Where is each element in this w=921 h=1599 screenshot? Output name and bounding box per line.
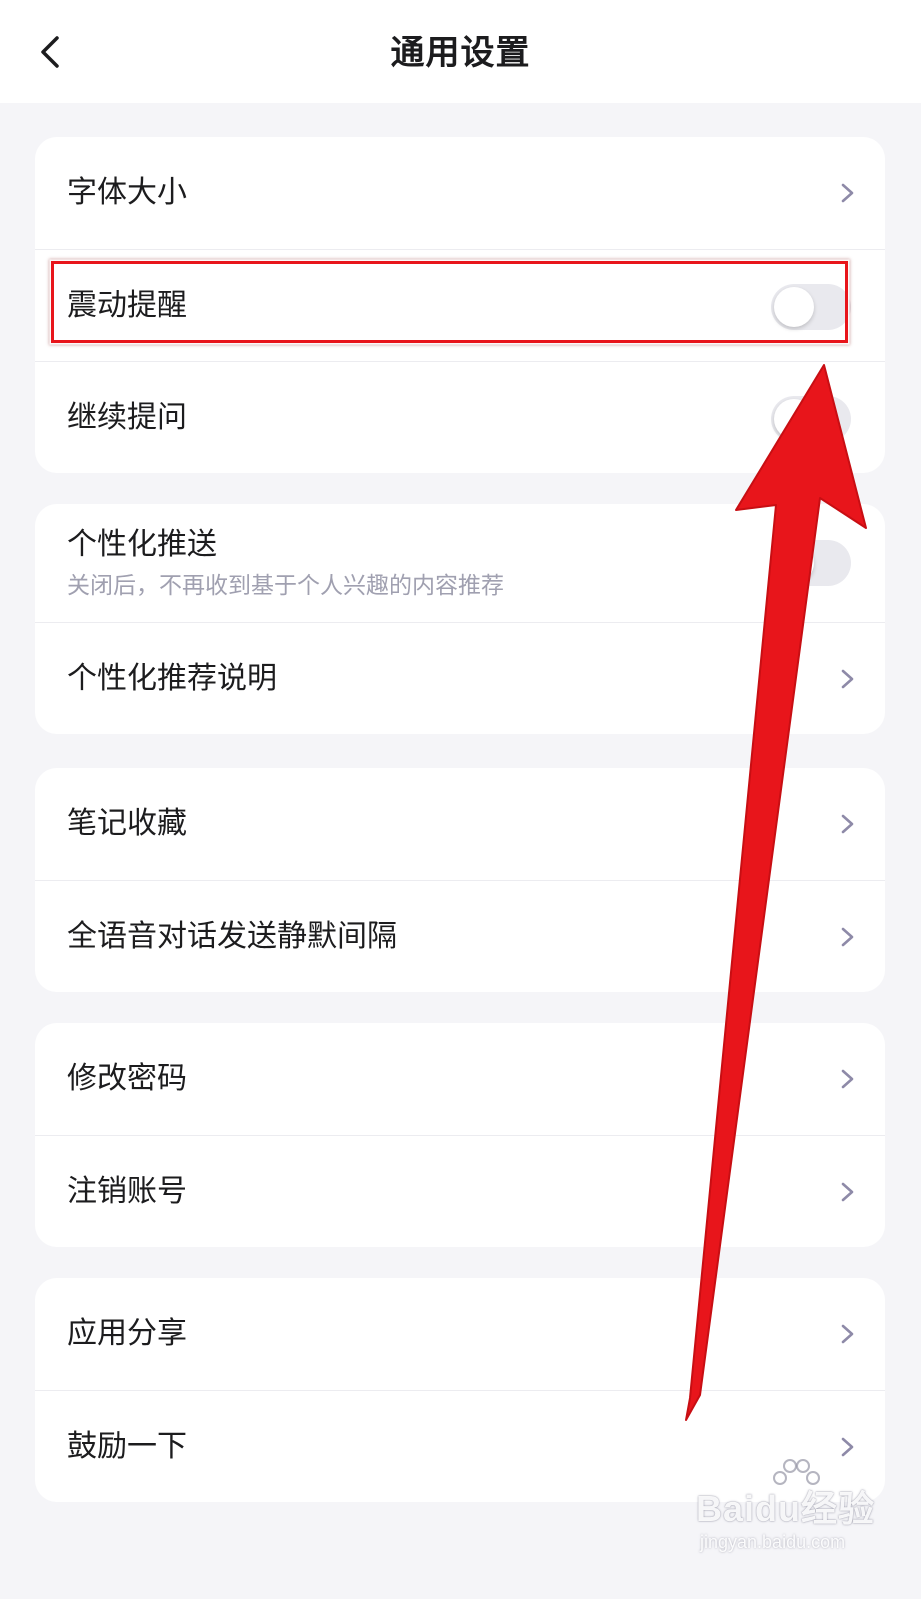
setting-row-personalized-push: 个性化推送 关闭后，不再收到基于个人兴趣的内容推荐 [35,504,885,622]
setting-row-font-size[interactable]: 字体大小 [35,137,885,249]
setting-row-note-favorites[interactable]: 笔记收藏 [35,768,885,880]
setting-label: 个性化推送 [67,527,217,562]
setting-row-encourage[interactable]: 鼓励一下 [35,1390,885,1502]
chevron-right-icon [841,1182,854,1202]
chevron-right-icon [841,669,854,689]
settings-group-notes-voice: 笔记收藏 全语音对话发送静默间隔 [35,768,885,992]
chevron-right-icon [841,1324,854,1344]
chevron-right-icon [841,183,854,203]
setting-label: 修改密码 [67,1061,187,1096]
setting-label: 个性化推荐说明 [67,661,277,696]
settings-group-general: 字体大小 震动提醒 继续提问 [35,137,885,473]
setting-row-change-password[interactable]: 修改密码 [35,1023,885,1135]
chevron-right-icon [841,927,854,947]
setting-label: 应用分享 [67,1316,187,1351]
page-title: 通用设置 [390,33,531,73]
setting-label: 注销账号 [67,1174,187,1209]
setting-label: 笔记收藏 [67,806,187,841]
setting-row-share-app[interactable]: 应用分享 [35,1278,885,1390]
top-nav-bar: 通用设置 [0,0,921,103]
setting-row-vibration-reminder: 震动提醒 [35,249,885,361]
toggle-knob [774,543,814,583]
setting-row-continue-asking: 继续提问 [35,361,885,473]
setting-label: 全语音对话发送静默间隔 [67,919,397,954]
vibration-reminder-toggle[interactable] [771,284,851,330]
setting-description: 关闭后，不再收到基于个人兴趣的内容推荐 [67,573,504,599]
setting-label: 继续提问 [67,400,187,435]
continue-asking-toggle[interactable] [771,396,851,442]
setting-row-voice-silence-interval[interactable]: 全语音对话发送静默间隔 [35,880,885,992]
chevron-right-icon [841,814,854,834]
settings-group-personalization: 个性化推送 关闭后，不再收到基于个人兴趣的内容推荐 个性化推荐说明 [35,504,885,734]
setting-row-personalized-recommendation-info[interactable]: 个性化推荐说明 [35,622,885,734]
settings-group-share: 应用分享 鼓励一下 [35,1278,885,1502]
chevron-right-icon [841,1437,854,1457]
chevron-right-icon [841,1069,854,1089]
watermark-url: jingyan.baidu.com [700,1532,846,1552]
setting-label: 字体大小 [67,175,187,210]
personalized-push-toggle[interactable] [771,540,851,586]
toggle-knob [774,399,814,439]
settings-group-account: 修改密码 注销账号 [35,1023,885,1247]
toggle-knob [774,287,814,327]
setting-label: 鼓励一下 [67,1429,187,1464]
setting-row-delete-account[interactable]: 注销账号 [35,1135,885,1247]
setting-label: 震动提醒 [67,288,187,323]
